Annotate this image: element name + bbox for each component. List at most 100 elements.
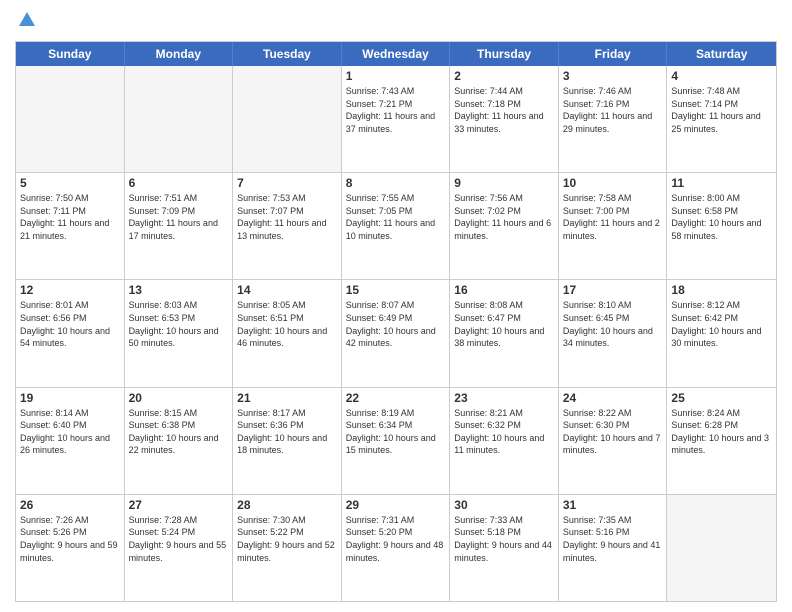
day-number: 29: [346, 498, 446, 512]
cal-header-monday: Monday: [125, 42, 234, 66]
day-info: Sunrise: 7:48 AMSunset: 7:14 PMDaylight:…: [671, 85, 772, 135]
day-number: 25: [671, 391, 772, 405]
day-number: 11: [671, 176, 772, 190]
table-row: 29 Sunrise: 7:31 AMSunset: 5:20 PMDayligh…: [342, 495, 451, 601]
table-row: 4Sunrise: 7:48 AMSunset: 7:14 PMDaylight…: [667, 66, 776, 172]
day-number: 10: [563, 176, 663, 190]
page: SundayMondayTuesdayWednesdayThursdayFrid…: [0, 0, 792, 612]
table-row: 25 Sunrise: 8:24 AMSunset: 6:28 PMDayligh…: [667, 388, 776, 494]
calendar-week-5: 26 Sunrise: 7:26 AMSunset: 5:26 PMDayligh…: [16, 495, 776, 601]
day-number: 22: [346, 391, 446, 405]
table-row: 15Sunrise: 8:07 AMSunset: 6:49 PMDayligh…: [342, 280, 451, 386]
day-info: Sunrise: 8:05 AMSunset: 6:51 PMDaylight:…: [237, 299, 337, 349]
day-info: Sunrise: 7:58 AMSunset: 7:00 PMDaylight:…: [563, 192, 663, 242]
calendar-week-3: 12 Sunrise: 8:01 AMSunset: 6:56 PMDayligh…: [16, 280, 776, 387]
table-row: 5 Sunrise: 7:50 AMSunset: 7:11 PMDaylight…: [16, 173, 125, 279]
day-info: Sunrise: 7:31 AMSunset: 5:20 PMDaylight:…: [346, 514, 446, 564]
calendar-body: 1 Sunrise: 7:43 AMSunset: 7:21 PMDaylight…: [16, 66, 776, 601]
day-number: 13: [129, 283, 229, 297]
day-info: Sunrise: 8:00 AMSunset: 6:58 PMDaylight:…: [671, 192, 772, 242]
day-number: 15: [346, 283, 446, 297]
table-row: [16, 66, 125, 172]
day-info: Sunrise: 8:08 AMSunset: 6:47 PMDaylight:…: [454, 299, 554, 349]
table-row: 10 Sunrise: 7:58 AMSunset: 7:00 PMDayligh…: [559, 173, 668, 279]
day-number: 16: [454, 283, 554, 297]
table-row: 6Sunrise: 7:51 AMSunset: 7:09 PMDaylight…: [125, 173, 234, 279]
table-row: 23 Sunrise: 8:21 AMSunset: 6:32 PMDayligh…: [450, 388, 559, 494]
table-row: 27 Sunrise: 7:28 AMSunset: 5:24 PMDayligh…: [125, 495, 234, 601]
day-number: 20: [129, 391, 229, 405]
day-number: 6: [129, 176, 229, 190]
day-number: 1: [346, 69, 446, 83]
header: [15, 10, 777, 35]
day-info: Sunrise: 8:19 AMSunset: 6:34 PMDaylight:…: [346, 407, 446, 457]
table-row: [125, 66, 234, 172]
calendar-week-1: 1 Sunrise: 7:43 AMSunset: 7:21 PMDaylight…: [16, 66, 776, 173]
cal-header-sunday: Sunday: [16, 42, 125, 66]
day-info: Sunrise: 8:12 AMSunset: 6:42 PMDaylight:…: [671, 299, 772, 349]
day-info: Sunrise: 7:55 AMSunset: 7:05 PMDaylight:…: [346, 192, 446, 242]
table-row: 22 Sunrise: 8:19 AMSunset: 6:34 PMDayligh…: [342, 388, 451, 494]
day-number: 28: [237, 498, 337, 512]
day-number: 8: [346, 176, 446, 190]
table-row: [233, 66, 342, 172]
table-row: 28 Sunrise: 7:30 AMSunset: 5:22 PMDayligh…: [233, 495, 342, 601]
day-info: Sunrise: 8:14 AMSunset: 6:40 PMDaylight:…: [20, 407, 120, 457]
logo-icon: [17, 10, 37, 30]
table-row: 12 Sunrise: 8:01 AMSunset: 6:56 PMDayligh…: [16, 280, 125, 386]
table-row: 20 Sunrise: 8:15 AMSunset: 6:38 PMDayligh…: [125, 388, 234, 494]
table-row: 14 Sunrise: 8:05 AMSunset: 6:51 PMDayligh…: [233, 280, 342, 386]
calendar-week-2: 5 Sunrise: 7:50 AMSunset: 7:11 PMDaylight…: [16, 173, 776, 280]
table-row: 19Sunrise: 8:14 AMSunset: 6:40 PMDayligh…: [16, 388, 125, 494]
table-row: 13 Sunrise: 8:03 AMSunset: 6:53 PMDayligh…: [125, 280, 234, 386]
day-info: Sunrise: 7:26 AMSunset: 5:26 PMDaylight:…: [20, 514, 120, 564]
table-row: 21 Sunrise: 8:17 AMSunset: 6:36 PMDayligh…: [233, 388, 342, 494]
table-row: 18 Sunrise: 8:12 AMSunset: 6:42 PMDayligh…: [667, 280, 776, 386]
day-info: Sunrise: 7:46 AMSunset: 7:16 PMDaylight:…: [563, 85, 663, 135]
day-info: Sunrise: 7:56 AMSunset: 7:02 PMDaylight:…: [454, 192, 554, 242]
day-number: 2: [454, 69, 554, 83]
table-row: 11 Sunrise: 8:00 AMSunset: 6:58 PMDayligh…: [667, 173, 776, 279]
table-row: 30 Sunrise: 7:33 AMSunset: 5:18 PMDayligh…: [450, 495, 559, 601]
day-info: Sunrise: 8:03 AMSunset: 6:53 PMDaylight:…: [129, 299, 229, 349]
day-info: Sunrise: 7:30 AMSunset: 5:22 PMDaylight:…: [237, 514, 337, 564]
day-info: Sunrise: 8:15 AMSunset: 6:38 PMDaylight:…: [129, 407, 229, 457]
table-row: 7Sunrise: 7:53 AMSunset: 7:07 PMDaylight…: [233, 173, 342, 279]
table-row: 24Sunrise: 8:22 AMSunset: 6:30 PMDayligh…: [559, 388, 668, 494]
day-number: 5: [20, 176, 120, 190]
day-number: 21: [237, 391, 337, 405]
calendar: SundayMondayTuesdayWednesdayThursdayFrid…: [15, 41, 777, 602]
day-info: Sunrise: 7:33 AMSunset: 5:18 PMDaylight:…: [454, 514, 554, 564]
table-row: 2Sunrise: 7:44 AMSunset: 7:18 PMDaylight…: [450, 66, 559, 172]
table-row: [667, 495, 776, 601]
day-number: 18: [671, 283, 772, 297]
day-info: Sunrise: 8:24 AMSunset: 6:28 PMDaylight:…: [671, 407, 772, 457]
logo: [15, 10, 37, 35]
day-number: 23: [454, 391, 554, 405]
day-info: Sunrise: 7:43 AMSunset: 7:21 PMDaylight:…: [346, 85, 446, 135]
day-info: Sunrise: 8:10 AMSunset: 6:45 PMDaylight:…: [563, 299, 663, 349]
day-number: 26: [20, 498, 120, 512]
calendar-week-4: 19Sunrise: 8:14 AMSunset: 6:40 PMDayligh…: [16, 388, 776, 495]
day-number: 24: [563, 391, 663, 405]
day-number: 9: [454, 176, 554, 190]
day-number: 3: [563, 69, 663, 83]
table-row: 3 Sunrise: 7:46 AMSunset: 7:16 PMDaylight…: [559, 66, 668, 172]
day-info: Sunrise: 7:50 AMSunset: 7:11 PMDaylight:…: [20, 192, 120, 242]
calendar-header: SundayMondayTuesdayWednesdayThursdayFrid…: [16, 42, 776, 66]
day-number: 27: [129, 498, 229, 512]
day-info: Sunrise: 8:21 AMSunset: 6:32 PMDaylight:…: [454, 407, 554, 457]
day-info: Sunrise: 8:17 AMSunset: 6:36 PMDaylight:…: [237, 407, 337, 457]
day-number: 31: [563, 498, 663, 512]
day-number: 14: [237, 283, 337, 297]
day-info: Sunrise: 8:01 AMSunset: 6:56 PMDaylight:…: [20, 299, 120, 349]
cal-header-saturday: Saturday: [667, 42, 776, 66]
day-number: 30: [454, 498, 554, 512]
table-row: 31Sunrise: 7:35 AMSunset: 5:16 PMDayligh…: [559, 495, 668, 601]
table-row: 9 Sunrise: 7:56 AMSunset: 7:02 PMDaylight…: [450, 173, 559, 279]
day-info: Sunrise: 7:28 AMSunset: 5:24 PMDaylight:…: [129, 514, 229, 564]
table-row: 26 Sunrise: 7:26 AMSunset: 5:26 PMDayligh…: [16, 495, 125, 601]
table-row: 17Sunrise: 8:10 AMSunset: 6:45 PMDayligh…: [559, 280, 668, 386]
day-number: 12: [20, 283, 120, 297]
table-row: 16 Sunrise: 8:08 AMSunset: 6:47 PMDayligh…: [450, 280, 559, 386]
